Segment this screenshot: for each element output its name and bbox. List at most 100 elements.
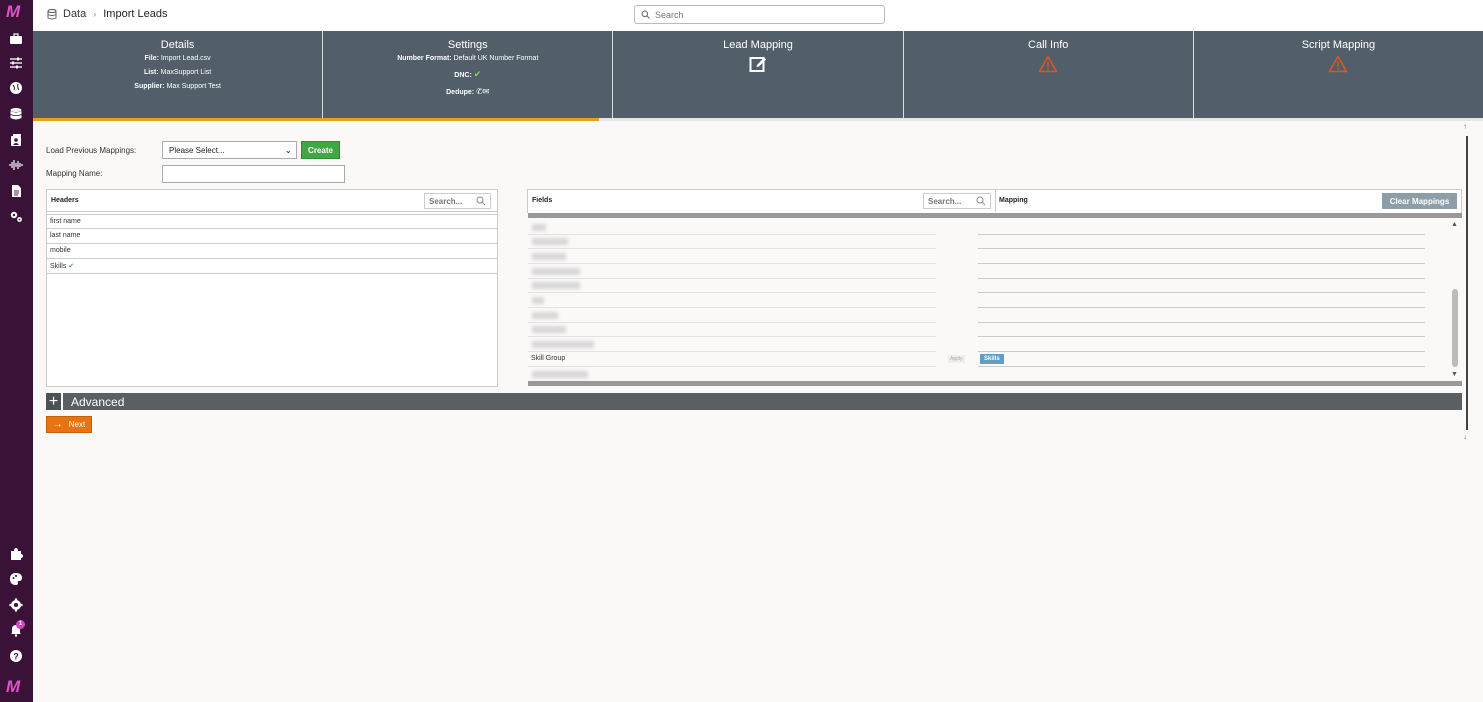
field-row[interactable]: [528, 293, 1452, 308]
clear-mappings-button[interactable]: Clear Mappings: [1382, 193, 1457, 209]
mapping-name-label: Mapping Name:: [46, 169, 103, 178]
database-icon: [47, 8, 57, 19]
puzzle-icon[interactable]: [9, 547, 23, 561]
supplier-info: Supplier: Max Support Test: [134, 83, 221, 90]
breadcrumb-current: Import Leads: [103, 8, 168, 20]
mapped-header-chip[interactable]: Skills: [980, 354, 1004, 364]
fields-panel-head: Fields Search... Mapping Clear Mappings: [528, 190, 1461, 212]
breadcrumb: Data › Import Leads: [47, 8, 167, 20]
header-row[interactable]: first name: [47, 214, 497, 229]
fields-title: Fields: [532, 197, 553, 204]
step-title: Call Info: [1028, 39, 1069, 51]
global-search[interactable]: [634, 5, 885, 24]
field-row[interactable]: [528, 322, 1452, 337]
previous-mappings-select[interactable]: Please Select... ⌄: [162, 141, 297, 159]
field-row[interactable]: [528, 220, 1452, 235]
mapping-column-header: Mapping Clear Mappings: [995, 190, 1461, 212]
headers-panel-header: Headers Search...: [47, 190, 497, 212]
step-settings[interactable]: Settings Number Format: Default UK Numbe…: [323, 31, 614, 118]
palette-icon[interactable]: [9, 572, 23, 586]
scrollbar-thumb[interactable]: [1452, 289, 1458, 367]
search-icon: [641, 10, 650, 19]
mapping-title: Mapping: [999, 197, 1028, 204]
plus-icon[interactable]: +: [46, 393, 63, 410]
field-name: Skill Group Apply: [528, 352, 965, 367]
headers-title: Headers: [51, 197, 79, 204]
mapping-cell[interactable]: Skills: [978, 352, 1425, 367]
step-title: Script Mapping: [1301, 39, 1376, 51]
page-scrollbar[interactable]: ↑ ↓: [1463, 122, 1471, 444]
help-icon[interactable]: ?: [9, 649, 23, 663]
arrow-down-icon[interactable]: ↓: [1463, 432, 1467, 441]
advanced-label: Advanced: [71, 394, 125, 409]
list-divider: [528, 381, 1462, 386]
field-row[interactable]: [528, 249, 1452, 264]
email-icon: ✉: [482, 87, 490, 96]
dedupe-info: Dedupe: ✆✉: [446, 87, 490, 96]
phone-icon: ✆: [476, 87, 483, 96]
field-row[interactable]: [528, 278, 1452, 293]
header-row[interactable]: mobile: [47, 244, 497, 259]
field-row[interactable]: [528, 234, 1452, 249]
step-title: Settings: [447, 39, 488, 51]
apply-button[interactable]: Apply: [948, 355, 965, 363]
field-row[interactable]: [528, 308, 1452, 323]
brand-logo[interactable]: M: [6, 3, 28, 20]
warning-icon: [904, 55, 1193, 73]
edit-icon: [613, 55, 902, 73]
field-row[interactable]: [528, 367, 1452, 382]
headers-search-placeholder: Search...: [429, 197, 463, 206]
sliders-icon[interactable]: [9, 56, 23, 70]
check-icon: ✔: [473, 69, 482, 79]
document-icon[interactable]: [9, 184, 23, 198]
list-divider: [528, 213, 1462, 218]
fields-scrollbar[interactable]: ▲ ▼: [1450, 221, 1460, 381]
next-button[interactable]: → Next: [46, 416, 92, 433]
field-row[interactable]: [528, 337, 1452, 352]
step-details[interactable]: Details File: Import Lead.csv List: MaxS…: [33, 31, 324, 118]
arrow-up-icon[interactable]: ↑: [1463, 122, 1467, 131]
warning-icon: [1194, 55, 1483, 73]
field-row-skill-group[interactable]: Skill Group Apply Skills: [528, 352, 1452, 367]
notification-badge: 1: [16, 620, 25, 629]
fields-search[interactable]: Search...: [923, 193, 991, 209]
file-info: File: Import Lead.csv: [144, 55, 211, 62]
create-button[interactable]: Create: [301, 141, 340, 159]
scroll-down-icon[interactable]: ▼: [1451, 371, 1458, 378]
header-row[interactable]: Skills ✔: [47, 259, 497, 274]
breadcrumb-data[interactable]: Data: [63, 8, 86, 20]
select-value: Please Select...: [169, 145, 225, 155]
load-mappings-label: Load Previous Mappings:: [46, 146, 137, 155]
field-row[interactable]: [528, 264, 1452, 279]
step-call-info[interactable]: Call Info: [904, 31, 1194, 118]
search-input[interactable]: [655, 9, 875, 20]
globe-icon[interactable]: [9, 81, 23, 95]
check-icon: ✔: [68, 263, 75, 270]
headers-search[interactable]: Search...: [424, 193, 491, 209]
brand-logo-bottom: M: [6, 677, 20, 696]
scroll-up-icon[interactable]: ▲: [1451, 221, 1458, 228]
arrow-right-icon: →: [52, 419, 63, 430]
search-icon: [476, 196, 486, 206]
wizard-progress: [33, 118, 1483, 121]
advanced-section-toggle[interactable]: + Advanced: [46, 393, 1462, 410]
progress-fill: [33, 118, 599, 121]
next-label: Next: [68, 420, 86, 429]
waveform-icon[interactable]: [9, 158, 23, 172]
step-lead-mapping[interactable]: Lead Mapping: [613, 31, 904, 118]
dnc-info: DNC: ✔: [454, 69, 482, 79]
mapping-name-input[interactable]: [162, 165, 345, 183]
gear-icon[interactable]: [9, 598, 23, 612]
contacts-icon[interactable]: [9, 133, 23, 147]
step-script-mapping[interactable]: Script Mapping: [1194, 31, 1483, 118]
svg-text:?: ?: [13, 652, 19, 662]
fields-panel-header: Fields Search... Mapping Clear Mappings: [527, 189, 1462, 213]
briefcase-icon[interactable]: [9, 32, 23, 46]
database-icon[interactable]: [9, 107, 23, 121]
list-info: List: MaxSupport List: [143, 69, 212, 76]
scrollbar-track[interactable]: [1466, 136, 1468, 430]
headers-panel: Headers Search... first name last name m…: [46, 189, 498, 387]
header-row[interactable]: last name: [47, 229, 497, 244]
chevron-right-icon: ›: [93, 9, 97, 19]
gears-icon[interactable]: [9, 209, 23, 223]
